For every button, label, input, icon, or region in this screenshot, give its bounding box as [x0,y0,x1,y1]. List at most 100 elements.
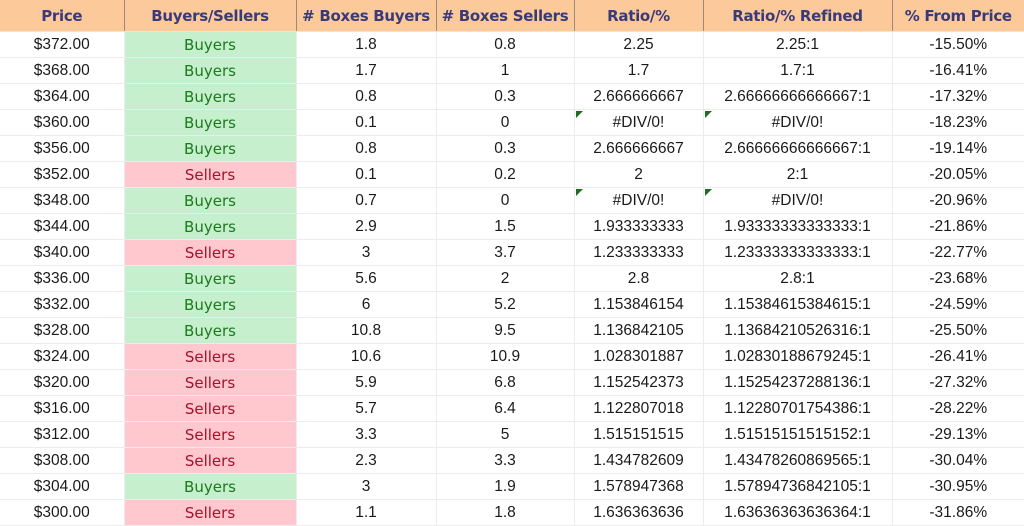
boxes-sellers-cell[interactable]: 1.9 [436,473,575,500]
ratio-cell[interactable]: 1.028301887 [574,343,704,370]
boxes-sellers-cell[interactable]: 0 [436,187,575,214]
boxes-buyers-cell[interactable]: 5.9 [296,369,437,396]
pct-from-price-cell[interactable]: -18.23% [892,109,1024,136]
ratio-refined-cell-error[interactable]: #DIV/0! [703,109,893,136]
ratio-cell[interactable]: 2.8 [574,265,704,292]
ratio-cell[interactable]: 1.578947368 [574,473,704,500]
boxes-sellers-cell[interactable]: 0.2 [436,161,575,188]
price-cell[interactable]: $340.00 [0,239,125,266]
boxes-buyers-cell[interactable]: 5.7 [296,395,437,422]
pct-from-price-cell[interactable]: -23.68% [892,265,1024,292]
boxes-sellers-cell[interactable]: 5.2 [436,291,575,318]
pct-from-price-cell[interactable]: -16.41% [892,57,1024,84]
boxes-sellers-cell[interactable]: 0.8 [436,31,575,58]
ratio-refined-cell[interactable]: 2.8:1 [703,265,893,292]
ratio-refined-cell[interactable]: 2.66666666666667:1 [703,83,893,110]
boxes-sellers-cell[interactable]: 6.4 [436,395,575,422]
ratio-cell-error[interactable]: #DIV/0! [574,187,704,214]
ratio-cell[interactable]: 2 [574,161,704,188]
price-cell[interactable]: $352.00 [0,161,125,188]
buyers-sellers-cell[interactable]: Buyers [124,135,297,162]
buyers-sellers-cell[interactable]: Sellers [124,395,297,422]
boxes-sellers-cell[interactable]: 1.5 [436,213,575,240]
price-cell[interactable]: $308.00 [0,447,125,474]
ratio-refined-cell-error[interactable]: #DIV/0! [703,187,893,214]
pct-from-price-cell[interactable]: -25.50% [892,317,1024,344]
boxes-buyers-cell[interactable]: 1.8 [296,31,437,58]
pct-from-price-cell[interactable]: -28.22% [892,395,1024,422]
pct-from-price-cell[interactable]: -29.13% [892,421,1024,448]
boxes-sellers-cell[interactable]: 10.9 [436,343,575,370]
price-cell[interactable]: $304.00 [0,473,125,500]
boxes-sellers-cell[interactable]: 3.7 [436,239,575,266]
ratio-refined-cell[interactable]: 1.23333333333333:1 [703,239,893,266]
ratio-refined-cell[interactable]: 2.25:1 [703,31,893,58]
buyers-sellers-cell[interactable]: Buyers [124,213,297,240]
ratio-cell[interactable]: 2.25 [574,31,704,58]
buyers-sellers-cell[interactable]: Sellers [124,447,297,474]
boxes-buyers-cell[interactable]: 2.3 [296,447,437,474]
price-cell[interactable]: $332.00 [0,291,125,318]
ratio-refined-cell[interactable]: 2:1 [703,161,893,188]
price-cell[interactable]: $312.00 [0,421,125,448]
ratio-cell[interactable]: 2.666666667 [574,83,704,110]
buyers-sellers-cell[interactable]: Buyers [124,317,297,344]
pct-from-price-cell[interactable]: -15.50% [892,31,1024,58]
ratio-cell[interactable]: 1.152542373 [574,369,704,396]
price-cell[interactable]: $356.00 [0,135,125,162]
boxes-buyers-cell[interactable]: 0.1 [296,109,437,136]
ratio-refined-cell[interactable]: 2.66666666666667:1 [703,135,893,162]
price-cell[interactable]: $360.00 [0,109,125,136]
buyers-sellers-cell[interactable]: Buyers [124,473,297,500]
price-cell[interactable]: $316.00 [0,395,125,422]
ratio-refined-cell[interactable]: 1.13684210526316:1 [703,317,893,344]
boxes-buyers-cell[interactable]: 2.9 [296,213,437,240]
pct-from-price-cell[interactable]: -30.04% [892,447,1024,474]
price-cell[interactable]: $372.00 [0,31,125,58]
price-cell[interactable]: $344.00 [0,213,125,240]
boxes-buyers-cell[interactable]: 0.7 [296,187,437,214]
ratio-refined-cell[interactable]: 1.12280701754386:1 [703,395,893,422]
buyers-sellers-cell[interactable]: Sellers [124,421,297,448]
boxes-buyers-cell[interactable]: 1.7 [296,57,437,84]
price-cell[interactable]: $320.00 [0,369,125,396]
pct-from-price-cell[interactable]: -22.77% [892,239,1024,266]
ratio-refined-cell[interactable]: 1.15384615384615:1 [703,291,893,318]
boxes-sellers-cell[interactable]: 1 [436,57,575,84]
buyers-sellers-cell[interactable]: Sellers [124,369,297,396]
boxes-buyers-cell[interactable]: 6 [296,291,437,318]
price-cell[interactable]: $328.00 [0,317,125,344]
ratio-refined-cell[interactable]: 1.15254237288136:1 [703,369,893,396]
pct-from-price-cell[interactable]: -21.86% [892,213,1024,240]
pct-from-price-cell[interactable]: -26.41% [892,343,1024,370]
ratio-cell[interactable]: 1.434782609 [574,447,704,474]
boxes-buyers-cell[interactable]: 5.6 [296,265,437,292]
price-cell[interactable]: $348.00 [0,187,125,214]
boxes-buyers-cell[interactable]: 0.1 [296,161,437,188]
header-ratio[interactable]: Ratio/% [574,0,704,32]
price-cell[interactable]: $364.00 [0,83,125,110]
pct-from-price-cell[interactable]: -30.95% [892,473,1024,500]
ratio-refined-cell[interactable]: 1.93333333333333:1 [703,213,893,240]
buyers-sellers-cell[interactable]: Buyers [124,31,297,58]
price-cell[interactable]: $368.00 [0,57,125,84]
ratio-refined-cell[interactable]: 1.51515151515152:1 [703,421,893,448]
pct-from-price-cell[interactable]: -24.59% [892,291,1024,318]
boxes-buyers-cell[interactable]: 3.3 [296,421,437,448]
buyers-sellers-cell[interactable]: Buyers [124,109,297,136]
price-cell[interactable]: $324.00 [0,343,125,370]
buyers-sellers-cell[interactable]: Buyers [124,187,297,214]
boxes-sellers-cell[interactable]: 0.3 [436,135,575,162]
boxes-sellers-cell[interactable]: 6.8 [436,369,575,396]
header-pct-from-price[interactable]: % From Price [892,0,1024,32]
boxes-buyers-cell[interactable]: 3 [296,473,437,500]
pct-from-price-cell[interactable]: -20.96% [892,187,1024,214]
ratio-cell[interactable]: 1.153846154 [574,291,704,318]
header-buyers-sellers[interactable]: Buyers/Sellers [124,0,297,32]
ratio-cell[interactable]: 1.7 [574,57,704,84]
ratio-refined-cell[interactable]: 1.02830188679245:1 [703,343,893,370]
buyers-sellers-cell[interactable]: Buyers [124,57,297,84]
boxes-buyers-cell[interactable]: 3 [296,239,437,266]
ratio-cell[interactable]: 1.515151515 [574,421,704,448]
header-ratio-refined[interactable]: Ratio/% Refined [703,0,893,32]
